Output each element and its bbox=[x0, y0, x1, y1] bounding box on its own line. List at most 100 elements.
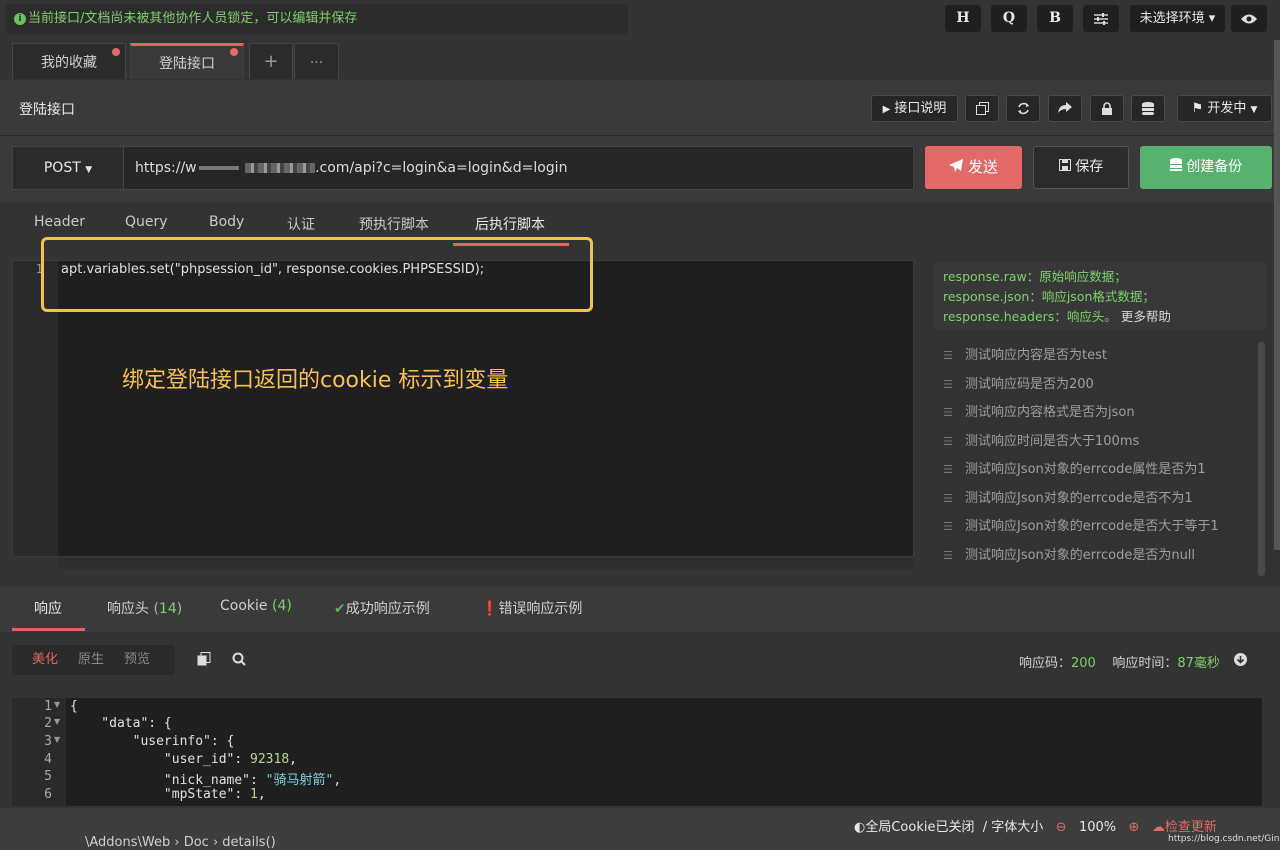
tab-label: 响应头 bbox=[107, 601, 149, 617]
status-bar-controls: ◐全局Cookie已关闭 / 字体大小 ⊖ 100% ⊕ ☁检查更新 bbox=[854, 816, 1217, 835]
create-backup-button[interactable]: 创建备份 bbox=[1140, 146, 1272, 189]
notice-text: 当前接口/文档尚未被其他协作人员锁定，可以编辑并保存 bbox=[28, 11, 357, 26]
snippet-item[interactable]: ☰测试响应内容格式是否为json bbox=[943, 399, 1263, 428]
json-key: "nick_name": bbox=[70, 773, 266, 788]
backup-label: 创建备份 bbox=[1186, 159, 1242, 175]
status-code-label: 响应码： bbox=[1019, 656, 1071, 671]
alert-circle-icon: ❗ bbox=[481, 601, 498, 617]
download-icon[interactable] bbox=[1234, 653, 1247, 670]
tab-auth[interactable]: 认证 bbox=[287, 214, 315, 234]
method-label: POST bbox=[44, 160, 81, 176]
more-help-link[interactable]: 更多帮助 bbox=[1121, 309, 1171, 324]
snippet-item[interactable]: ☰测试响应Json对象的errcode是否大于等于1 bbox=[943, 513, 1263, 542]
eye-icon[interactable] bbox=[1231, 5, 1267, 32]
snippet-item[interactable]: ☰测试响应码是否为200 bbox=[943, 371, 1263, 400]
copy-icon[interactable] bbox=[965, 95, 999, 122]
url-prefix: https://w bbox=[135, 160, 197, 176]
sliders-icon: ☰ bbox=[943, 456, 955, 484]
line-number: 3 bbox=[12, 734, 52, 749]
tab-favorites[interactable]: 我的收藏 bbox=[12, 43, 126, 79]
tab-login-api[interactable]: 登陆接口 bbox=[130, 43, 244, 79]
editor-scrollbar[interactable] bbox=[58, 558, 914, 569]
tab-pre-script[interactable]: 预执行脚本 bbox=[359, 214, 429, 234]
tab-post-script[interactable]: 后执行脚本 bbox=[475, 214, 545, 234]
page-scrollbar[interactable] bbox=[1274, 40, 1280, 550]
snippet-scrollbar[interactable] bbox=[1258, 342, 1265, 576]
toggle-icon[interactable]: ◐ bbox=[854, 820, 865, 835]
tab-body[interactable]: Body bbox=[209, 214, 244, 230]
tab-label: 我的收藏 bbox=[41, 55, 97, 71]
fold-arrow-icon[interactable]: ▼ bbox=[54, 700, 60, 709]
snippet-label: 测试响应Json对象的errcode是否大于等于1 bbox=[965, 519, 1219, 534]
copy-icon[interactable] bbox=[197, 652, 211, 670]
zoom-level: 100% bbox=[1079, 820, 1116, 835]
response-status: 响应码：200 响应时间：87毫秒 bbox=[1019, 652, 1220, 671]
add-tab-button[interactable]: + bbox=[249, 43, 293, 79]
status-label: 开发中 bbox=[1207, 101, 1246, 116]
active-tab-indicator bbox=[12, 628, 85, 631]
check-update-button[interactable]: 检查更新 bbox=[1165, 820, 1217, 835]
settings-sliders-icon[interactable] bbox=[1083, 5, 1119, 32]
save-button[interactable]: 保存 bbox=[1033, 146, 1129, 189]
fold-arrow-icon[interactable]: ▼ bbox=[54, 717, 60, 726]
watermark: https://blog.csdn.net/Gina61 bbox=[1168, 834, 1280, 844]
api-doc-label: 接口说明 bbox=[894, 101, 946, 116]
mode-beautify[interactable]: 美化 bbox=[32, 645, 58, 675]
json-string: "骑马射箭" bbox=[266, 773, 334, 788]
tab-error-example[interactable]: ❗错误响应示例 bbox=[481, 598, 582, 618]
database-icon[interactable] bbox=[1131, 95, 1165, 122]
more-tabs-button[interactable]: ··· bbox=[294, 43, 339, 79]
mode-preview[interactable]: 预览 bbox=[124, 645, 150, 675]
snippet-item[interactable]: ☰测试响应Json对象的errcode是否不为1 bbox=[943, 485, 1263, 514]
json-key: "user_id": bbox=[70, 752, 250, 767]
help-headers-key: response.headers bbox=[943, 309, 1054, 324]
redacted-mark bbox=[199, 166, 239, 170]
snippet-label: 测试响应码是否为200 bbox=[965, 377, 1094, 392]
h-button[interactable]: H bbox=[945, 5, 981, 32]
snippet-item[interactable]: ☰测试响应时间是否大于100ms bbox=[943, 428, 1263, 457]
snippet-label: 测试响应Json对象的errcode属性是否为1 bbox=[965, 462, 1206, 477]
environment-select[interactable]: 未选择环境 ▾ bbox=[1130, 5, 1225, 32]
tab-header[interactable]: Header bbox=[34, 214, 85, 230]
page-title: 登陆接口 bbox=[19, 99, 75, 119]
status-code: 200 bbox=[1071, 656, 1096, 671]
refresh-icon[interactable] bbox=[1006, 95, 1040, 122]
title-row bbox=[0, 80, 1280, 136]
plus-circle-icon[interactable]: ⊕ bbox=[1129, 820, 1140, 835]
json-line: "user_id": 92318, bbox=[70, 752, 297, 767]
snippet-item[interactable]: ☰测试响应Json对象的errcode是否为null bbox=[943, 542, 1263, 571]
json-punct: , bbox=[333, 773, 341, 788]
tab-query[interactable]: Query bbox=[125, 214, 168, 230]
status-dropdown[interactable]: ⚑ 开发中 ▼ bbox=[1177, 95, 1272, 122]
global-cookie-toggle[interactable]: 全局Cookie已关闭 bbox=[865, 820, 974, 835]
line-number: 2 bbox=[12, 716, 52, 731]
fold-arrow-icon[interactable]: ▼ bbox=[54, 735, 60, 744]
url-input[interactable]: https://w .com/api?c=login&a=login&d=log… bbox=[123, 146, 914, 190]
line-number: 6 bbox=[12, 787, 52, 802]
mode-raw[interactable]: 原生 bbox=[78, 645, 104, 675]
api-doc-button[interactable]: ▶ 接口说明 bbox=[871, 95, 958, 122]
tab-response[interactable]: 响应 bbox=[34, 598, 62, 618]
tab-cookie[interactable]: Cookie (4) bbox=[220, 598, 292, 614]
snippet-label: 测试响应内容是否为test bbox=[965, 348, 1107, 363]
snippet-label: 测试响应Json对象的errcode是否为null bbox=[965, 548, 1195, 563]
send-button[interactable]: 发送 bbox=[925, 146, 1022, 189]
tab-response-headers[interactable]: 响应头 (14) bbox=[107, 598, 182, 618]
font-size-label: / 字体大小 bbox=[983, 820, 1044, 835]
minus-circle-icon[interactable]: ⊖ bbox=[1056, 820, 1067, 835]
method-select[interactable]: POST ▼ bbox=[12, 146, 124, 190]
json-line: "nick_name": "骑马射箭", bbox=[70, 769, 341, 788]
q-button[interactable]: Q bbox=[991, 5, 1027, 32]
snippet-item[interactable]: ☰ 测试响应Json对象的errcode属性是否为1 bbox=[943, 456, 1263, 485]
play-icon: ▶ bbox=[883, 104, 891, 115]
share-icon[interactable] bbox=[1048, 95, 1082, 122]
tab-success-example[interactable]: ✔成功响应示例 bbox=[334, 598, 430, 618]
b-button[interactable]: B bbox=[1037, 5, 1073, 32]
tab-label: Cookie bbox=[220, 598, 268, 614]
json-number: 92318 bbox=[250, 752, 289, 767]
lock-icon[interactable] bbox=[1090, 95, 1124, 122]
snippet-item[interactable]: ☰测试响应内容是否为test bbox=[943, 342, 1263, 371]
snippet-label: 测试响应Json对象的errcode是否不为1 bbox=[965, 491, 1193, 506]
search-icon[interactable] bbox=[232, 652, 246, 670]
highlight-box bbox=[41, 237, 593, 312]
